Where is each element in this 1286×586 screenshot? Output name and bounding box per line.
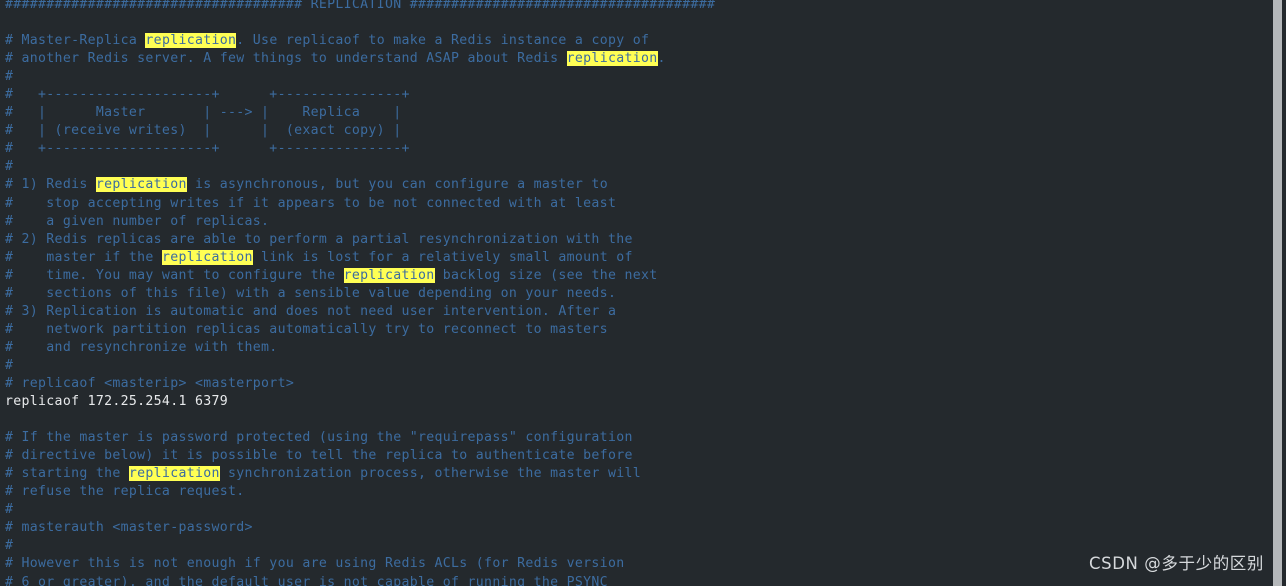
line-29: #: [5, 501, 715, 519]
line-07-diagram-title: # | Master | ---> | Replica |: [5, 104, 715, 122]
code-segment: #: [5, 69, 14, 85]
code-segment: # +--------------------+ +--------------…: [5, 141, 410, 157]
code-segment: # +--------------------+ +--------------…: [5, 87, 410, 103]
code-segment: # masterauth <master-password>: [5, 520, 253, 536]
code-segment: # replicaof <masterip> <masterport>: [5, 375, 295, 391]
line-19: # network partition replicas automatical…: [5, 321, 715, 339]
code-segment: replicaof 172.25.254.1 6379: [5, 394, 229, 410]
code-segment: # another Redis server. A few things to …: [5, 51, 567, 67]
code-segment: link is lost for a relatively small amou…: [252, 249, 633, 265]
line-11: # 1) Redis replication is asynchronous, …: [5, 176, 715, 194]
search-match-highlight: replication: [566, 51, 658, 67]
code-segment: # 6 or greater), and the default user is…: [5, 574, 608, 586]
search-match-highlight: replication: [128, 466, 220, 482]
line-20: # and resynchronize with them.: [5, 339, 715, 357]
code-segment: #################################### REP…: [5, 0, 716, 12]
code-segment: #: [5, 159, 14, 175]
code-segment: # stop accepting writes if it appears to…: [5, 195, 617, 211]
line-26: # directive below) it is possible to tel…: [5, 447, 715, 465]
line-28: # refuse the replica request.: [5, 483, 715, 501]
code-segment: #: [5, 538, 14, 554]
search-match-highlight: replication: [145, 33, 237, 49]
text-editor-viewport[interactable]: #################################### REP…: [0, 0, 1286, 586]
code-segment: # However this is not enough if you are …: [5, 556, 625, 572]
line-08-diagram-sub: # | (receive writes) | | (exact copy) |: [5, 122, 715, 140]
code-segment: #: [5, 357, 14, 373]
line-16: # time. You may want to configure the re…: [5, 267, 715, 285]
line-18: # 3) Replication is automatic and does n…: [5, 303, 715, 321]
search-match-highlight: replication: [343, 267, 435, 283]
search-match-highlight: replication: [161, 249, 253, 265]
code-segment: is asynchronous, but you can configure a…: [186, 177, 608, 193]
code-segment: # If the master is password protected (u…: [5, 430, 633, 446]
code-segment: # time. You may want to configure the: [5, 267, 344, 283]
line-22: # replicaof <masterip> <masterport>: [5, 375, 715, 393]
line-25: # If the master is password protected (u…: [5, 429, 715, 447]
line-01-section-banner: #################################### REP…: [5, 0, 715, 14]
code-segment: #: [5, 502, 14, 518]
line-24-blank: ​: [5, 411, 715, 429]
line-23-active-replicaof: replicaof 172.25.254.1 6379: [5, 393, 715, 411]
code-segment: .: [657, 51, 666, 67]
code-segment: # starting the: [5, 466, 129, 482]
code-segment: # sections of this file) with a sensible…: [5, 285, 617, 301]
code-segment: # refuse the replica request.: [5, 484, 245, 500]
line-03: # Master-Replica replication. Use replic…: [5, 32, 715, 50]
code-segment: # | Master | ---> | Replica |: [5, 105, 402, 121]
search-match-highlight: replication: [95, 177, 187, 193]
line-27: # starting the replication synchronizati…: [5, 465, 715, 483]
code-segment: # Master-Replica: [5, 33, 146, 49]
code-segment: # and resynchronize with them.: [5, 339, 278, 355]
line-13: # a given number of replicas.: [5, 213, 715, 231]
code-segment: # 1) Redis: [5, 177, 96, 193]
csdn-watermark: CSDN @多于少的区别: [1089, 554, 1264, 573]
code-segment: # network partition replicas automatical…: [5, 321, 608, 337]
line-06-diagram-top: # +--------------------+ +--------------…: [5, 86, 715, 104]
code-segment: . Use replicaof to make a Redis instance…: [236, 33, 650, 49]
line-33: # 6 or greater), and the default user is…: [5, 574, 715, 586]
line-09-diagram-bottom: # +--------------------+ +--------------…: [5, 140, 715, 158]
code-segment: # directive below) it is possible to tel…: [5, 448, 633, 464]
line-10: #: [5, 158, 715, 176]
line-21: #: [5, 357, 715, 375]
code-segment: # 2) Redis replicas are able to perform …: [5, 231, 633, 247]
line-30: # masterauth <master-password>: [5, 519, 715, 537]
config-file-text[interactable]: #################################### REP…: [5, 0, 715, 586]
line-14: # 2) Redis replicas are able to perform …: [5, 231, 715, 249]
line-12: # stop accepting writes if it appears to…: [5, 195, 715, 213]
line-17: # sections of this file) with a sensible…: [5, 285, 715, 303]
code-segment: backlog size (see the next: [434, 267, 658, 283]
line-02-blank: ​: [5, 14, 715, 32]
code-segment: # | (receive writes) | | (exact copy) |: [5, 123, 402, 139]
line-31: #: [5, 537, 715, 555]
line-05: #: [5, 68, 715, 86]
code-segment: # 3) Replication is automatic and does n…: [5, 303, 617, 319]
code-segment: synchronization process, otherwise the m…: [219, 466, 642, 482]
vertical-scrollbar-track[interactable]: [1272, 0, 1286, 586]
line-15: # master if the replication link is lost…: [5, 249, 715, 267]
line-04: # another Redis server. A few things to …: [5, 50, 715, 68]
code-segment: # a given number of replicas.: [5, 213, 270, 229]
vertical-scrollbar-thumb[interactable]: [1273, 0, 1282, 586]
line-32: # However this is not enough if you are …: [5, 555, 715, 573]
code-segment: # master if the: [5, 249, 162, 265]
